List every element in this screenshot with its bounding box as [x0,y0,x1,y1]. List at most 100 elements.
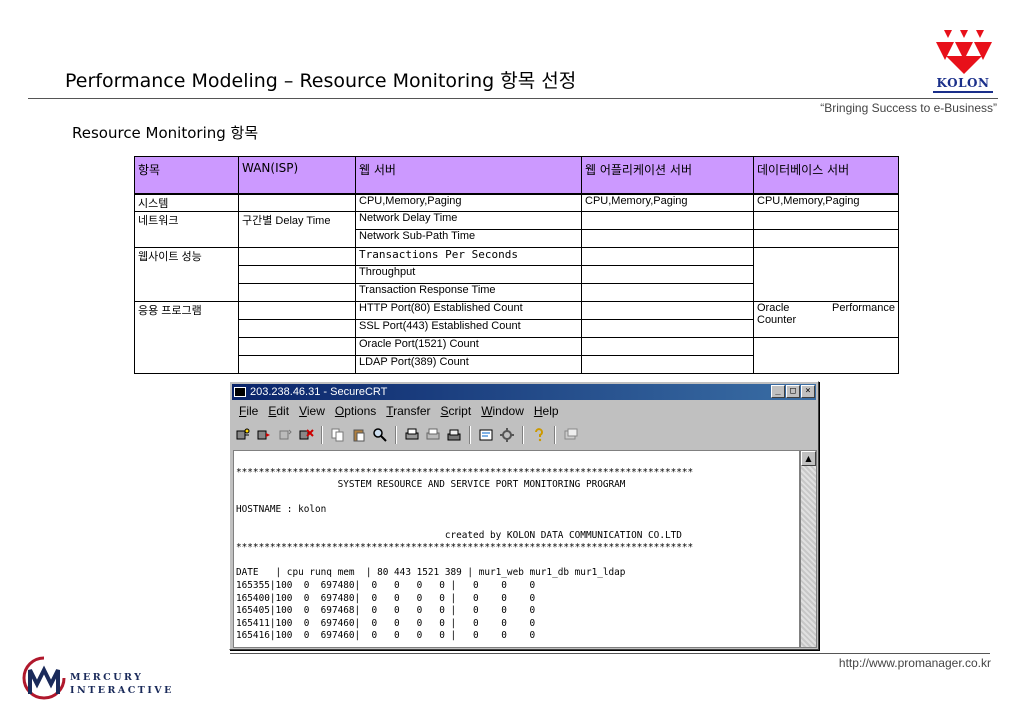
interactive-word: INTERACTIVE [70,685,174,696]
help-icon[interactable] [530,426,548,444]
performance-word: Performance [832,302,895,314]
window-controls: _ □ × [770,385,815,398]
table-cell: Network Sub-Path Time [355,229,582,248]
connect-icon[interactable] [234,426,252,444]
row-label-system: 시스템 [134,193,239,212]
counter-word: Counter [757,314,797,326]
table-row: 응용 프로그램 HTTP Port(80) Established Count … [134,301,899,374]
table-cell: HTTP Port(80) Established Count [355,301,582,320]
menu-bar: File Edit View Options Transfer Script W… [234,402,564,420]
quick-connect-icon[interactable] [255,426,273,444]
about-icon[interactable] [562,426,580,444]
oracle-line: Oracle Performance [757,302,895,314]
window-titlebar[interactable]: 203.238.46.31 - SecureCRT _ □ × [232,384,816,400]
table-cell: Network Delay Time [355,211,582,230]
section-subtitle: Resource Monitoring 항목 [72,124,259,142]
toolbar-separator [469,426,471,444]
maximize-button[interactable]: □ [786,385,800,398]
table-cell [581,211,754,230]
table-row: 네트워크 구간별 Delay Time Network Delay Time [134,211,899,248]
header-wan: WAN(ISP) [238,156,356,195]
table-cell [238,355,356,374]
table-cell [238,337,356,356]
find-icon[interactable] [371,426,389,444]
table-cell [238,247,356,266]
table-cell-oracle: Oracle Performance Counter [753,301,899,338]
terminal-text: ****************************************… [236,466,694,642]
table-cell: LDAP Port(389) Count [355,355,582,374]
copy-icon[interactable] [329,426,347,444]
resource-table: 항목 WAN(ISP) 웹 서버 웹 어플리케이션 서버 데이터베이스 서버 시… [134,156,899,374]
toolbar-separator [522,426,524,444]
menu-file[interactable]: File [234,402,263,420]
printer-icon[interactable] [445,426,463,444]
header-db-server: 데이터베이스 서버 [753,156,899,195]
table-cell [581,265,754,284]
table-cell: CPU,Memory,Paging [581,193,754,212]
menu-options[interactable]: Options [330,402,381,420]
footer-url: http://www.promanager.co.kr [838,656,991,670]
table-cell: SSL Port(443) Established Count [355,319,582,338]
kolon-logo-text: KOLON [936,76,990,90]
table-cell [753,247,899,302]
menu-transfer[interactable]: Transfer [381,402,435,420]
menu-view[interactable]: View [294,402,330,420]
menu-help[interactable]: Help [529,402,564,420]
table-cell [581,283,754,302]
table-cell [581,229,754,248]
reconnect-icon[interactable] [276,426,294,444]
header-web-server: 웹 서버 [355,156,582,195]
table-row: 시스템 CPU,Memory,Paging CPU,Memory,Paging … [134,193,899,212]
table-cell [238,193,356,212]
row-label-network: 네트워크 [134,211,239,248]
paste-icon[interactable] [350,426,368,444]
table-cell [753,229,899,248]
table-row: 웹사이트 성능 Transactions Per Seconds [134,247,899,302]
menu-script[interactable]: Script [436,402,477,420]
toolbar-separator [321,426,323,444]
table-cell [581,247,754,266]
slogan: “Bringing Success to e-Business” [820,101,997,115]
table-cell [581,319,754,338]
table-header-row: 항목 WAN(ISP) 웹 서버 웹 어플리케이션 서버 데이터베이스 서버 [134,156,899,195]
header-item: 항목 [134,156,239,195]
table-cell [238,301,356,320]
footer-divider [230,653,990,654]
toolbar [234,424,580,446]
header-was: 웹 어플리케이션 서버 [581,156,754,195]
page-title: Performance Modeling – Resource Monitori… [65,70,577,92]
table-cell: Transactions Per Seconds [355,247,582,266]
print-icon[interactable] [403,426,421,444]
oracle-word: Oracle [757,302,790,314]
menu-window[interactable]: Window [476,402,529,420]
table-cell: CPU,Memory,Paging [753,193,899,212]
securecrt-window: 203.238.46.31 - SecureCRT _ □ × File Edi… [229,381,819,650]
table-cell [581,301,754,320]
session-options-icon[interactable] [477,426,495,444]
table-cell: Transaction Response Time [355,283,582,302]
row-label-website: 웹사이트 성능 [134,247,239,302]
mercury-interactive-logo-text: MERCURY INTERACTIVE [70,671,174,697]
print-selection-icon[interactable] [424,426,442,444]
terminal-output[interactable]: ****************************************… [233,450,800,648]
table-cell [238,265,356,284]
table-cell [581,355,754,374]
table-row: Oracle Port(1521) Count [135,337,899,374]
table-cell [238,319,356,338]
table-cell: CPU,Memory,Paging [355,193,582,212]
menu-edit[interactable]: Edit [263,402,294,420]
minimize-button[interactable]: _ [771,385,785,398]
mercury-interactive-logo-icon [22,656,66,700]
header-divider [28,98,998,99]
toolbar-separator [554,426,556,444]
disconnect-icon[interactable] [297,426,315,444]
vertical-scrollbar[interactable]: ▲ [800,450,817,648]
scroll-up-icon[interactable]: ▲ [801,451,816,466]
table-cell [238,283,356,302]
global-options-icon[interactable] [498,426,516,444]
toolbar-separator [395,426,397,444]
table-cell: Oracle Port(1521) Count [355,337,582,356]
window-title: 203.238.46.31 - SecureCRT [250,386,388,398]
table-cell [753,337,899,374]
close-button[interactable]: × [801,385,815,398]
